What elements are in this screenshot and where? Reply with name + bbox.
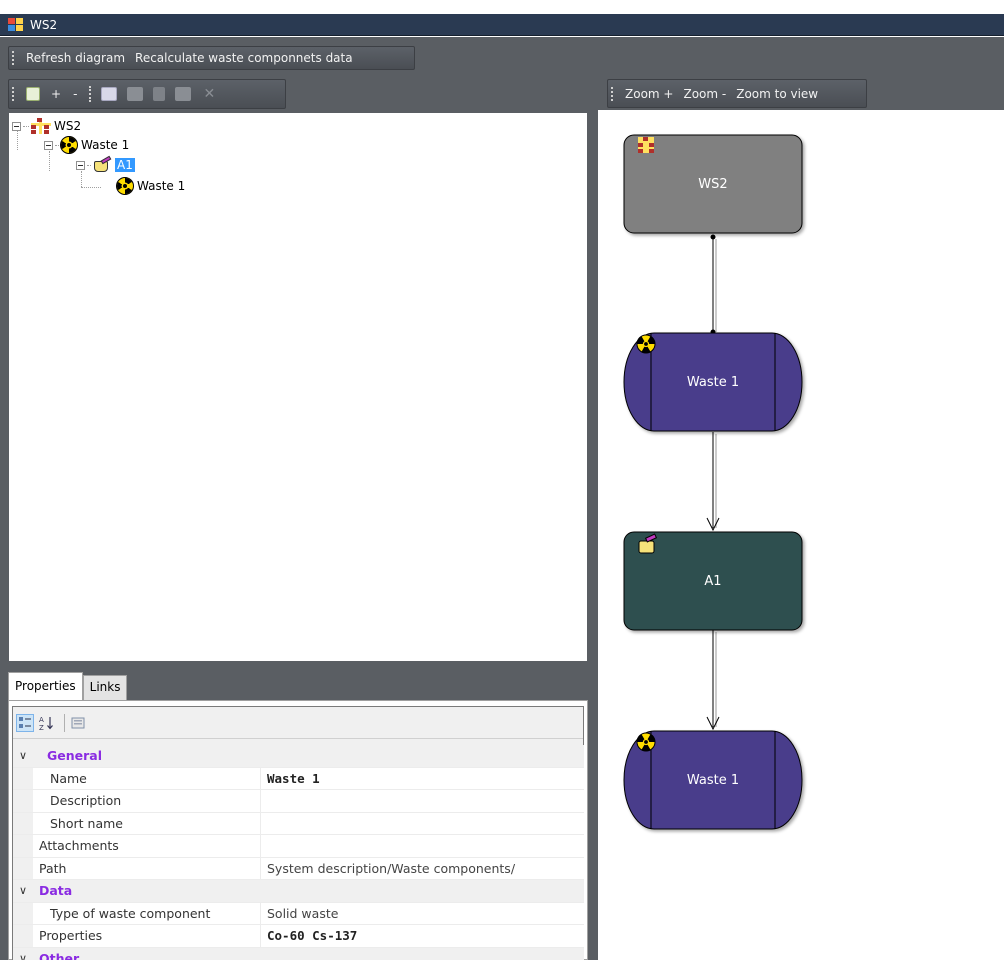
diagram-node-label: Waste 1 bbox=[686, 375, 740, 390]
category-general[interactable]: ∨ General bbox=[13, 745, 584, 768]
cut-icon[interactable] bbox=[153, 87, 166, 101]
storage-drum-icon bbox=[92, 155, 112, 173]
app-icon bbox=[8, 17, 24, 32]
property-name: Description bbox=[33, 790, 261, 812]
diagram-node-label: A1 bbox=[704, 574, 722, 589]
copy-icon[interactable] bbox=[127, 87, 144, 101]
tree-node-label: A1 bbox=[115, 158, 135, 172]
system-icon bbox=[638, 137, 654, 153]
category-data[interactable]: ∨ Data bbox=[13, 880, 584, 903]
svg-text:Z: Z bbox=[39, 724, 44, 731]
tree-connector bbox=[23, 125, 29, 127]
diagram-node-label: Waste 1 bbox=[686, 773, 740, 788]
property-name: Name bbox=[33, 767, 261, 789]
zoom-out-button[interactable]: Zoom - bbox=[678, 87, 731, 101]
tab-links[interactable]: Links bbox=[82, 675, 128, 700]
svg-text:A: A bbox=[39, 716, 44, 724]
property-grid-container: AZ ∨ General Name Waste 1 Description Sh… bbox=[12, 706, 584, 960]
property-row[interactable]: Short name bbox=[13, 812, 584, 835]
property-name: Short name bbox=[33, 812, 261, 834]
radioactive-icon bbox=[116, 177, 134, 195]
property-pages-icon[interactable] bbox=[69, 714, 87, 732]
tree-node-ws2[interactable]: WS2 bbox=[12, 117, 81, 135]
toolbar-grip[interactable] bbox=[611, 86, 614, 101]
alphabetical-icon[interactable]: AZ bbox=[38, 714, 56, 732]
diagram-svg bbox=[623, 134, 803, 830]
new-item-icon[interactable] bbox=[26, 87, 40, 101]
tree-connector bbox=[81, 187, 101, 188]
tree-node-a1[interactable]: A1 bbox=[76, 155, 135, 174]
property-row[interactable]: Type of waste component Solid waste bbox=[13, 902, 584, 925]
toolbar-grip[interactable] bbox=[89, 86, 92, 102]
remove-button[interactable]: - bbox=[67, 87, 83, 101]
categorized-icon[interactable] bbox=[16, 713, 34, 732]
window-title: WS2 bbox=[30, 17, 58, 32]
splitter[interactable] bbox=[588, 79, 598, 960]
property-value[interactable]: Solid waste bbox=[261, 906, 584, 921]
tree-connector bbox=[55, 144, 59, 146]
title-bar: WS2 bbox=[0, 14, 1004, 36]
diagram-node-label: WS2 bbox=[698, 177, 728, 192]
tree-node-waste-1[interactable]: Waste 1 bbox=[44, 136, 129, 154]
radioactive-icon bbox=[60, 136, 78, 154]
tree-node-waste-1-child[interactable]: Waste 1 bbox=[116, 177, 185, 195]
property-grid[interactable]: ∨ General Name Waste 1 Description Short… bbox=[13, 745, 584, 960]
collapse-icon[interactable] bbox=[44, 140, 53, 150]
property-grid-toolbar: AZ bbox=[13, 707, 583, 739]
system-icon bbox=[31, 118, 51, 134]
property-name: Path bbox=[33, 857, 261, 879]
tree-view[interactable]: WS2 Waste 1 A1 Waste 1 bbox=[8, 112, 588, 662]
property-row[interactable]: Attachments bbox=[13, 835, 584, 858]
zoom-in-button[interactable]: Zoom + bbox=[620, 87, 678, 101]
radioactive-icon bbox=[636, 732, 656, 752]
diagram-canvas[interactable]: WS2 Waste 1 A1 Waste 1 bbox=[598, 110, 1004, 960]
collapse-icon[interactable] bbox=[12, 121, 21, 131]
tab-properties[interactable]: Properties bbox=[8, 672, 83, 700]
recalculate-data-menu-item[interactable]: Recalculate waste componnets data bbox=[130, 51, 358, 65]
chevron-down-icon[interactable]: ∨ bbox=[13, 749, 33, 762]
diagram-toolbar: Zoom + Zoom - Zoom to view bbox=[607, 79, 867, 108]
property-value[interactable]: Waste 1 bbox=[261, 771, 584, 786]
category-other[interactable]: ∨ Other bbox=[13, 947, 584, 960]
property-value[interactable]: Co-60 Cs-137 bbox=[261, 928, 584, 943]
connector-dot bbox=[710, 234, 716, 240]
property-row[interactable]: Name Waste 1 bbox=[13, 767, 584, 790]
zoom-to-view-button[interactable]: Zoom to view bbox=[731, 87, 823, 101]
toolbar-separator bbox=[64, 713, 65, 732]
tree-node-label: Waste 1 bbox=[81, 138, 130, 152]
tree-toolbar: + - ✕ bbox=[8, 79, 286, 109]
toolbar-grip[interactable] bbox=[12, 51, 15, 65]
property-row[interactable]: Path System description/Waste components… bbox=[13, 857, 584, 880]
add-button[interactable]: + bbox=[45, 87, 67, 101]
properties-tabs: Properties Links bbox=[8, 672, 128, 700]
tree-connector bbox=[87, 164, 91, 166]
property-row[interactable]: Description bbox=[13, 790, 584, 813]
menu-strip: Refresh diagram Recalculate waste compon… bbox=[8, 46, 415, 70]
paste-icon[interactable] bbox=[175, 87, 192, 101]
chevron-down-icon[interactable]: ∨ bbox=[13, 884, 33, 897]
refresh-diagram-menu-item[interactable]: Refresh diagram bbox=[21, 51, 130, 65]
top-strip bbox=[0, 0, 1004, 14]
property-name: Attachments bbox=[33, 835, 261, 857]
tree-node-label: Waste 1 bbox=[137, 179, 186, 193]
property-name: Properties bbox=[33, 925, 261, 947]
radioactive-icon bbox=[636, 334, 656, 354]
edit-icon[interactable] bbox=[101, 87, 118, 101]
collapse-icon[interactable] bbox=[76, 160, 85, 170]
delete-icon[interactable]: ✕ bbox=[201, 87, 217, 101]
property-value[interactable]: System description/Waste components/ bbox=[261, 861, 584, 876]
chevron-down-icon[interactable]: ∨ bbox=[13, 952, 33, 960]
toolbar-grip[interactable] bbox=[12, 87, 15, 101]
tree-node-label: WS2 bbox=[54, 119, 82, 133]
application-window: WS2 Refresh diagram Recalculate waste co… bbox=[0, 0, 1004, 960]
tree-connector bbox=[49, 151, 50, 171]
properties-panel: AZ ∨ General Name Waste 1 Description Sh… bbox=[8, 700, 588, 960]
property-row[interactable]: Properties Co-60 Cs-137 bbox=[13, 925, 584, 948]
property-name: Type of waste component bbox=[33, 902, 261, 924]
